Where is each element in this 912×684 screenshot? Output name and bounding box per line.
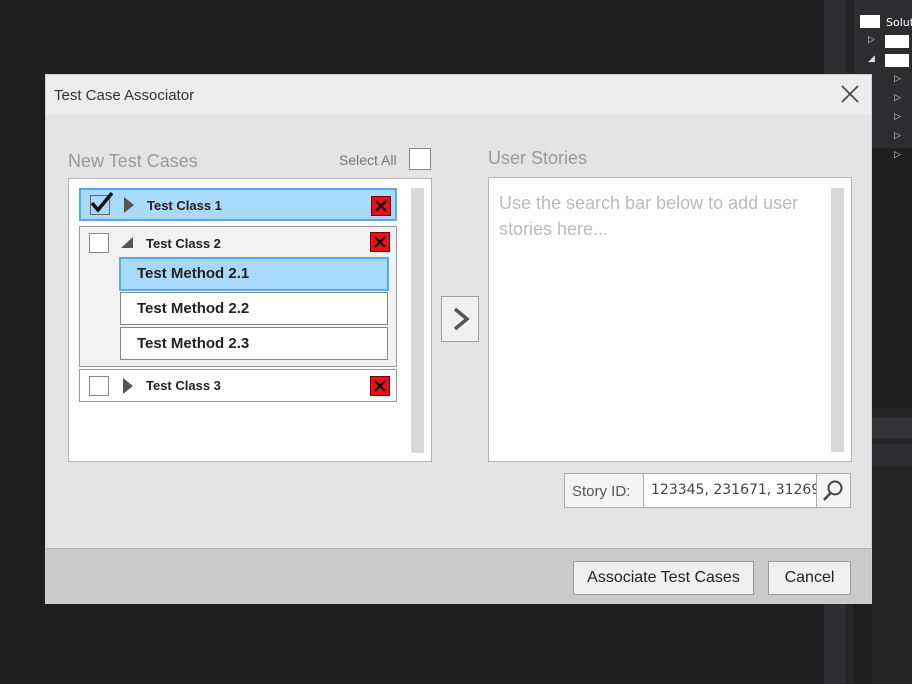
test-case-associator-dialog: Test Case Associator New Test Cases Sele… <box>46 75 871 603</box>
test-class-group: Test Class 2 Test Method 2.1 Test Method… <box>79 226 397 367</box>
test-class-label: Test Class 1 <box>147 198 222 213</box>
story-id-value: 123345, 231671, 312690 <box>651 482 817 498</box>
project-icon <box>885 54 909 67</box>
user-stories-placeholder: Use the search bar below to add user sto… <box>499 193 799 239</box>
tree-expand-icon[interactable]: ▷ <box>894 112 901 122</box>
test-class-label: Test Class 2 <box>146 236 221 251</box>
expand-arrow-icon[interactable] <box>122 378 134 394</box>
test-method-label: Test Method 2.2 <box>137 300 250 317</box>
close-icon <box>841 85 859 103</box>
solution-label[interactable]: Solut <box>886 16 912 29</box>
user-stories-heading: User Stories <box>488 148 588 168</box>
collapse-arrow-icon[interactable] <box>120 237 134 249</box>
tree-expand-icon[interactable]: ▷ <box>868 35 875 45</box>
delete-button[interactable] <box>371 196 391 216</box>
user-stories-list[interactable]: Use the search bar below to add user sto… <box>488 177 852 462</box>
select-all-checkbox[interactable] <box>409 148 431 170</box>
delete-x-icon <box>374 380 386 392</box>
tree-expand-icon[interactable]: ▷ <box>894 93 901 103</box>
checkmark-icon <box>90 191 114 213</box>
delete-x-icon <box>374 236 386 248</box>
test-cases-scrollbar[interactable] <box>411 188 424 453</box>
story-id-search-bar: Story ID: 123345, 231671, 312690 <box>564 473 851 508</box>
test-class-checkbox[interactable] <box>89 376 109 396</box>
story-id-label: Story ID: <box>572 483 631 500</box>
test-cases-list[interactable]: Test Class 1 Test Class 2 Test Method 2.… <box>68 178 432 462</box>
tree-expand-icon[interactable]: ▷ <box>894 131 901 141</box>
tree-collapse-icon[interactable]: ◢ <box>868 54 875 64</box>
tree-expand-icon[interactable]: ▷ <box>894 150 901 160</box>
test-method-row[interactable]: Test Method 2.1 <box>119 257 389 291</box>
project-icon <box>885 35 909 48</box>
ide-panel-header <box>872 418 912 438</box>
close-button[interactable] <box>837 81 863 107</box>
test-class-row[interactable]: Test Class 3 <box>79 369 397 402</box>
delete-x-icon <box>375 200 387 212</box>
delete-button[interactable] <box>370 232 390 252</box>
story-id-input[interactable]: 123345, 231671, 312690 <box>643 474 817 507</box>
test-class-checkbox[interactable] <box>89 233 109 253</box>
search-button[interactable] <box>816 474 850 507</box>
test-class-row[interactable]: Test Class 1 <box>79 188 397 221</box>
move-to-stories-button[interactable] <box>441 296 479 342</box>
chevron-right-icon <box>453 307 470 331</box>
solution-icon <box>860 15 880 28</box>
dialog-titlebar: Test Case Associator <box>46 75 871 115</box>
ide-panel-tab[interactable] <box>872 444 912 466</box>
test-method-row[interactable]: Test Method 2.3 <box>120 327 388 360</box>
test-class-label: Test Class 3 <box>146 378 221 393</box>
new-test-cases-heading: New Test Cases <box>68 151 198 171</box>
user-stories-scrollbar[interactable] <box>831 188 844 452</box>
associate-test-cases-button[interactable]: Associate Test Cases <box>573 561 754 595</box>
select-all-label: Select All <box>339 152 397 168</box>
cancel-button[interactable]: Cancel <box>768 561 851 595</box>
test-method-label: Test Method 2.3 <box>137 335 250 352</box>
delete-button[interactable] <box>370 376 390 396</box>
test-method-label: Test Method 2.1 <box>137 265 250 282</box>
test-class-checkbox[interactable] <box>90 191 114 215</box>
search-icon <box>823 480 843 501</box>
expand-arrow-icon[interactable] <box>123 197 135 213</box>
test-method-row[interactable]: Test Method 2.2 <box>120 292 388 325</box>
dialog-footer: Associate Test Cases Cancel <box>46 548 871 603</box>
dialog-title: Test Case Associator <box>54 87 195 104</box>
tree-expand-icon[interactable]: ▷ <box>894 74 901 84</box>
